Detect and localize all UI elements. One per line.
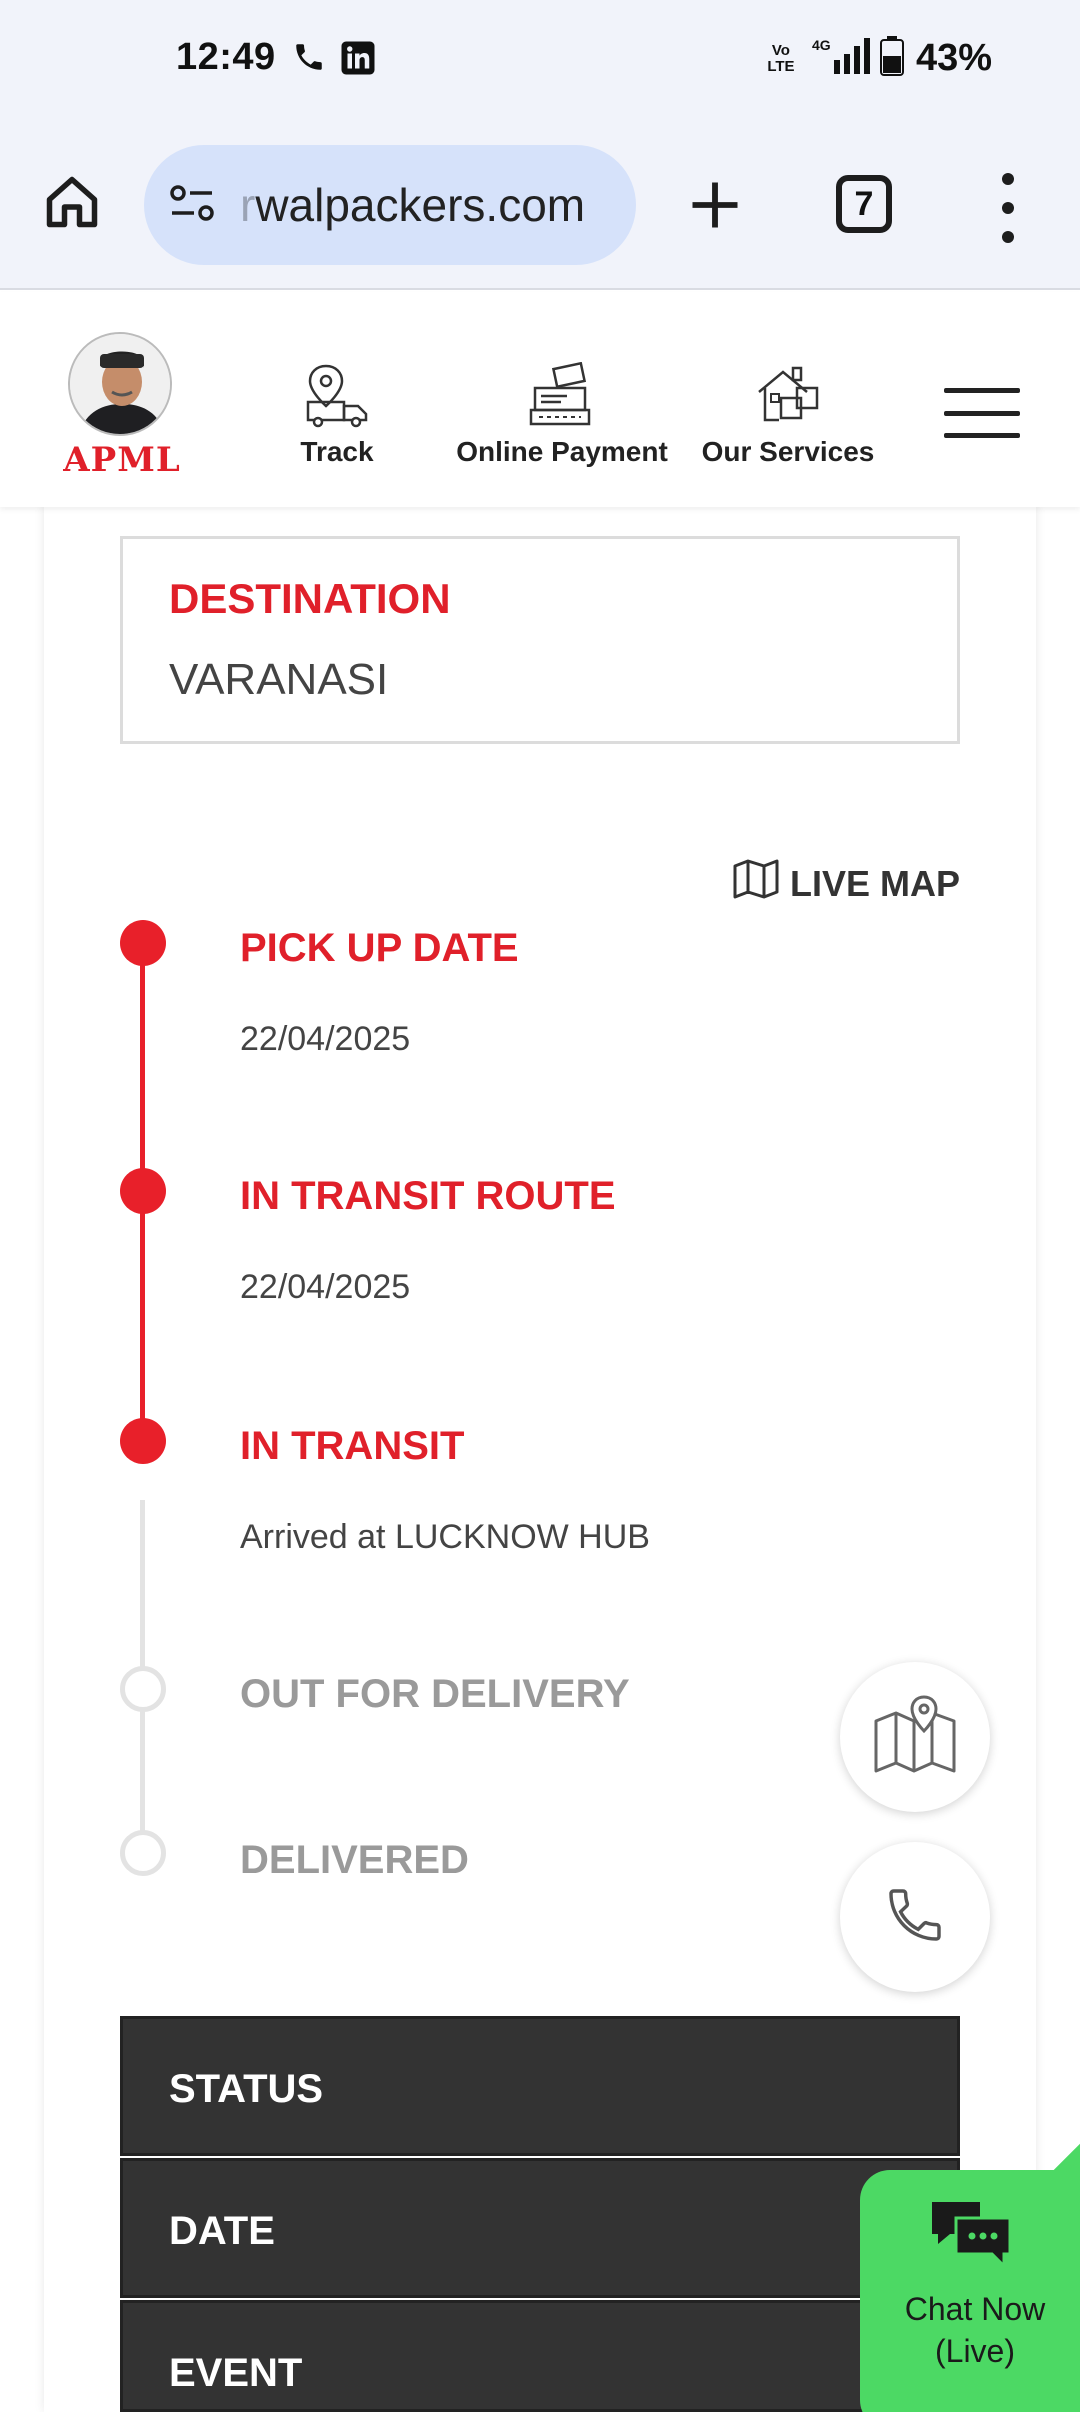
timeline-detail: 22/04/2025 bbox=[240, 1268, 411, 1306]
live-map-link[interactable]: LIVE MAP bbox=[732, 858, 960, 909]
timeline-detail: Arrived at LUCKNOW HUB bbox=[240, 1518, 650, 1556]
nav-online-payment[interactable]: Online Payment bbox=[452, 361, 672, 468]
logo-text: APML bbox=[63, 440, 181, 480]
truck-location-icon bbox=[282, 362, 392, 428]
status-bar: 12:49 Vo LTE 4G 43% bbox=[0, 0, 1080, 125]
chat-label-line1: Chat Now bbox=[904, 2291, 1046, 2327]
battery-icon bbox=[879, 36, 904, 81]
table-header-cell: EVENT bbox=[169, 2351, 303, 2395]
table-header-cell: DATE bbox=[169, 2209, 275, 2253]
site-header: APML Track Online Payment Our Services bbox=[0, 292, 1080, 507]
payment-terminal-icon bbox=[452, 361, 672, 428]
destination-box: DESTINATION VARANASI bbox=[120, 536, 960, 744]
map-location-button[interactable] bbox=[840, 1662, 990, 1812]
timeline-detail: 22/04/2025 bbox=[240, 1020, 411, 1058]
live-map-label: LIVE MAP bbox=[789, 862, 960, 904]
timeline-title: DELIVERED bbox=[240, 1838, 469, 1882]
nav-track-label: Track bbox=[300, 436, 374, 467]
nav-online-payment-label: Online Payment bbox=[456, 436, 668, 467]
timeline-dot bbox=[120, 1666, 166, 1712]
phone-icon bbox=[883, 1883, 947, 1952]
timeline-dot bbox=[120, 920, 166, 966]
services-house-icon bbox=[698, 362, 878, 428]
battery-percent: 43% bbox=[915, 37, 992, 79]
volte-indicator: Vo LTE bbox=[767, 41, 795, 75]
svg-text:4G: 4G bbox=[812, 37, 831, 53]
logo-portrait bbox=[68, 332, 172, 436]
signal-icon: 4G bbox=[804, 36, 874, 81]
new-tab-button[interactable] bbox=[680, 165, 750, 245]
clock: 12:49 bbox=[176, 36, 276, 78]
address-bar[interactable]: rwalpackers.com bbox=[144, 145, 636, 265]
timeline-title: IN TRANSIT bbox=[240, 1424, 465, 1468]
tab-switcher-button[interactable]: 7 bbox=[836, 175, 892, 233]
chat-label-line2: (Live) bbox=[934, 2333, 1015, 2369]
timeline-title: PICK UP DATE bbox=[240, 926, 519, 970]
nav-track[interactable]: Track bbox=[282, 362, 392, 468]
home-icon bbox=[46, 176, 98, 228]
table-row: EVENT bbox=[120, 2300, 960, 2412]
browser-toolbar: rwalpackers.com 7 bbox=[0, 125, 1080, 290]
timeline-title: OUT FOR DELIVERY bbox=[240, 1672, 630, 1716]
linkedin-icon bbox=[340, 40, 376, 81]
timeline-dot bbox=[120, 1168, 166, 1214]
status-icons: Vo LTE 4G 43% bbox=[764, 36, 992, 81]
timeline-dot bbox=[120, 1830, 166, 1876]
phone-call-icon bbox=[292, 40, 326, 79]
chat-label: Chat Now (Live) bbox=[860, 2288, 1080, 2372]
table-row: STATUS bbox=[120, 2016, 960, 2156]
site-logo[interactable]: APML bbox=[52, 332, 192, 482]
chat-bubbles-icon bbox=[928, 2196, 1014, 2277]
table-header-cell: STATUS bbox=[169, 2067, 324, 2111]
destination-label: DESTINATION bbox=[169, 575, 451, 622]
nav-our-services[interactable]: Our Services bbox=[698, 362, 878, 468]
table-row: DATE bbox=[120, 2158, 960, 2298]
call-button[interactable] bbox=[840, 1842, 990, 1992]
menu-hamburger-icon[interactable] bbox=[944, 388, 1020, 438]
timeline-title: IN TRANSIT ROUTE bbox=[240, 1174, 616, 1218]
url-text[interactable]: rwalpackers.com bbox=[240, 178, 585, 232]
plus-icon bbox=[692, 182, 738, 228]
nav-our-services-label: Our Services bbox=[701, 436, 875, 467]
site-settings-icon[interactable] bbox=[168, 183, 216, 228]
home-button[interactable] bbox=[40, 170, 104, 234]
map-icon bbox=[732, 858, 780, 909]
timeline-dot bbox=[120, 1418, 166, 1464]
destination-value: VARANASI bbox=[169, 655, 389, 704]
more-options-icon[interactable] bbox=[986, 173, 1030, 243]
chat-now-widget[interactable]: Chat Now (Live) bbox=[860, 2170, 1080, 2412]
map-pin-icon bbox=[870, 1693, 960, 1782]
